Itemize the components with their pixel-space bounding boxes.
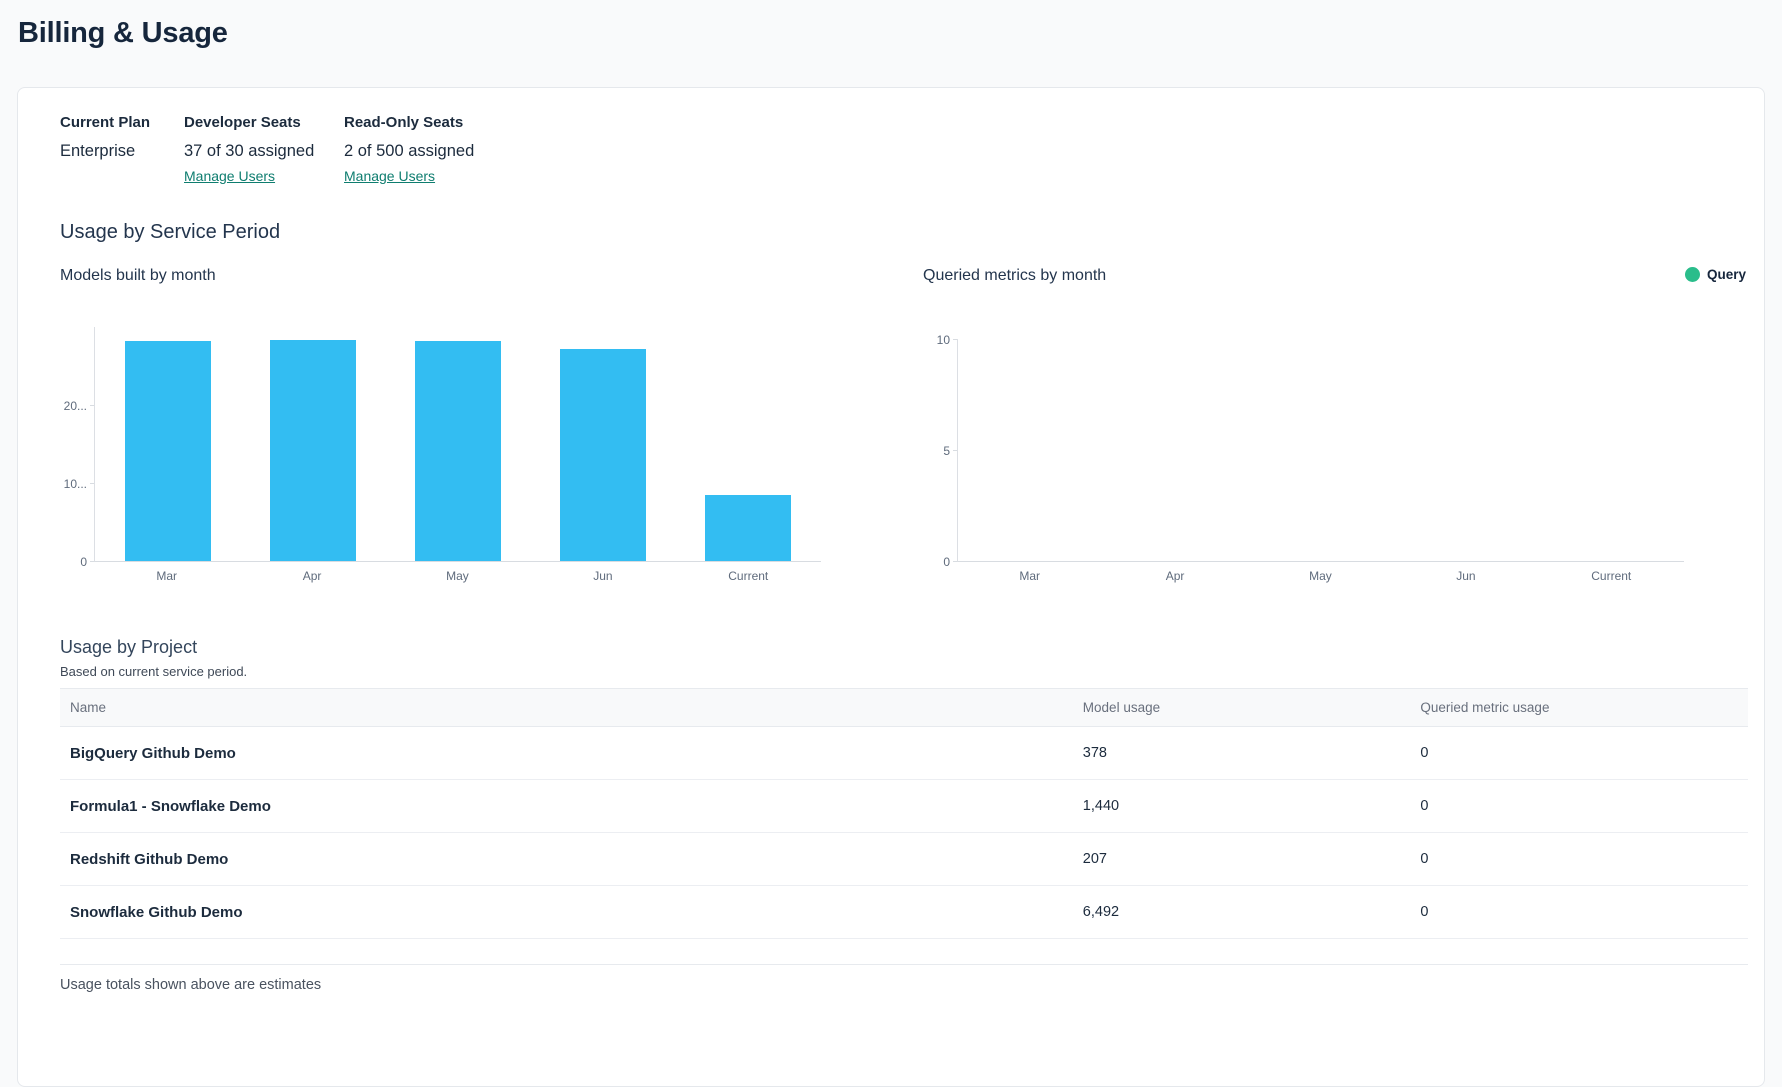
x-axis-label: Jun <box>1393 569 1538 583</box>
plan-summary: Current Plan Enterprise Developer Seats … <box>60 114 1746 185</box>
usage-table-header: Name Model usage Queried metric usage <box>60 688 1748 727</box>
x-axis-label: Jun <box>530 569 675 583</box>
bar-jun <box>560 349 646 561</box>
y-axis-tick-label: 5 <box>943 444 950 458</box>
column-header-model-usage: Model usage <box>1073 700 1411 715</box>
models-chart-x-axis: MarAprMayJunCurrent <box>94 569 821 583</box>
x-axis-label: Current <box>676 569 821 583</box>
queried-metric-usage-cell: 0 <box>1410 904 1748 920</box>
x-axis-label: Current <box>1539 569 1684 583</box>
project-name-cell: BigQuery Github Demo <box>60 745 1073 762</box>
table-row: BigQuery Github Demo3780 <box>60 727 1748 780</box>
queried-metric-usage-cell: 0 <box>1410 745 1748 761</box>
models-chart-plot-area: 010...20... <box>60 327 821 562</box>
bar-apr <box>270 340 356 561</box>
model-usage-cell: 378 <box>1073 745 1411 761</box>
charts-row: Models built by month 010...20... MarApr… <box>60 266 1746 583</box>
y-axis-tick-label: 0 <box>943 555 950 569</box>
column-header-name: Name <box>60 700 1073 715</box>
x-axis-label: Apr <box>239 569 384 583</box>
models-chart-y-axis: 010...20... <box>60 327 94 562</box>
models-built-chart: Models built by month 0 10... 20... MarApr… <box>60 266 821 583</box>
bar-current <box>705 495 791 561</box>
x-axis-label: May <box>1248 569 1393 583</box>
usage-by-project-title: Usage by Project <box>60 637 1746 658</box>
y-axis-tick-label: 10... <box>64 477 87 491</box>
usage-estimate-note: Usage totals shown above are estimates <box>60 977 1746 993</box>
queried-metrics-chart: Queried metrics by month 0510 MarAprMayJ… <box>923 266 1685 583</box>
queried-chart-y-axis: 0510 <box>923 339 957 562</box>
table-row: Snowflake Github Demo6,4920 <box>60 886 1748 939</box>
usage-by-service-period-title: Usage by Service Period <box>60 221 1746 244</box>
usage-table-empty-row <box>60 939 1748 965</box>
current-plan-label: Current Plan <box>60 114 184 132</box>
current-plan-value: Enterprise <box>60 141 184 161</box>
developer-seats-label: Developer Seats <box>184 114 344 132</box>
model-usage-cell: 6,492 <box>1073 904 1411 920</box>
project-name-cell: Snowflake Github Demo <box>60 904 1073 921</box>
readonly-seats-column: Read-Only Seats 2 of 500 assigned Manage… <box>344 114 474 185</box>
query-legend-dot-icon <box>1685 267 1700 282</box>
table-row: Redshift Github Demo2070 <box>60 833 1748 886</box>
x-axis-label: Mar <box>94 569 239 583</box>
usage-table-body: BigQuery Github Demo3780Formula1 - Snowf… <box>60 727 1748 939</box>
legend-query[interactable]: Query <box>1685 267 1746 282</box>
queried-chart-plot-area: 0510 <box>923 339 1685 562</box>
page-header: Billing & Usage <box>0 0 1782 87</box>
developer-seats-column: Developer Seats 37 of 30 assigned Manage… <box>184 114 344 185</box>
queried-chart-x-axis: MarAprMayJunCurrent <box>957 569 1684 583</box>
queried-metric-usage-cell: 0 <box>1410 851 1748 867</box>
project-name-cell: Formula1 - Snowflake Demo <box>60 798 1073 815</box>
y-axis-tick-label: 0 <box>80 555 87 569</box>
queried-chart-plot <box>957 339 1684 562</box>
readonly-seats-value: 2 of 500 assigned <box>344 141 474 161</box>
current-plan-column: Current Plan Enterprise <box>60 114 184 161</box>
x-axis-label: Apr <box>1102 569 1247 583</box>
developer-seats-value: 37 of 30 assigned <box>184 141 344 161</box>
x-axis-label: Mar <box>957 569 1102 583</box>
models-chart-title: Models built by month <box>60 266 821 285</box>
project-name-cell: Redshift Github Demo <box>60 851 1073 868</box>
x-axis-label: May <box>385 569 530 583</box>
model-usage-cell: 207 <box>1073 851 1411 867</box>
y-axis-tick-label: 10 <box>937 333 950 347</box>
query-legend-label: Query <box>1707 267 1746 282</box>
manage-users-developer-link[interactable]: Manage Users <box>184 168 275 185</box>
bar-mar <box>125 341 211 561</box>
queried-metric-usage-cell: 0 <box>1410 798 1748 814</box>
usage-table: Name Model usage Queried metric usage Bi… <box>60 688 1748 965</box>
queried-chart-title: Queried metrics by month <box>923 266 1685 285</box>
y-axis-tick-label: 20... <box>64 399 87 413</box>
models-chart-plot <box>94 327 821 562</box>
readonly-seats-label: Read-Only Seats <box>344 114 474 132</box>
page-title: Billing & Usage <box>18 17 1782 50</box>
column-header-queried-metric-usage: Queried metric usage <box>1410 700 1748 715</box>
table-row: Formula1 - Snowflake Demo1,4400 <box>60 780 1748 833</box>
billing-card: Current Plan Enterprise Developer Seats … <box>17 87 1765 1087</box>
bar-may <box>415 341 501 561</box>
model-usage-cell: 1,440 <box>1073 798 1411 814</box>
usage-by-project-subtitle: Based on current service period. <box>60 664 1746 679</box>
manage-users-readonly-link[interactable]: Manage Users <box>344 168 435 185</box>
